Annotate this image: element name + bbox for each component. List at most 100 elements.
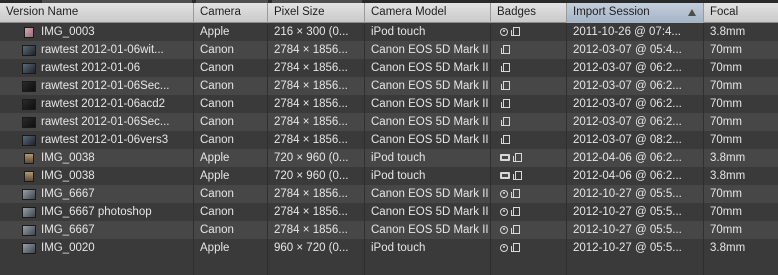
table-row[interactable]: IMG_6667 Canon 2784 × 1856... Canon EOS 5D …: [0, 185, 778, 203]
table-row[interactable]: IMG_6667 Canon 2784 × 1856... Canon EOS 5D …: [0, 221, 778, 239]
version-name-cell: IMG_6667: [0, 221, 194, 239]
column-header-label: Import Session: [573, 6, 650, 18]
focal-cell: 70mm: [710, 62, 742, 74]
import-session-cell: 2012-03-07 @ 06:2...: [567, 77, 704, 95]
thumbnail-icon: [22, 206, 36, 218]
thumbnail-icon: [22, 62, 36, 74]
version-name-cell: IMG_0038: [0, 149, 194, 167]
thumbnail-icon: [22, 80, 36, 92]
badges-cell: [491, 149, 567, 167]
adjusted-icon: [500, 225, 508, 234]
camera-cell: Apple: [194, 167, 268, 185]
table-row[interactable]: rawtest 2012-01-06wit... Canon 2784 × 1856…: [0, 41, 778, 59]
column-header-camera[interactable]: Camera: [194, 3, 268, 23]
table-row[interactable]: rawtest 2012-01-06Sec... Canon 2784 × 1856…: [0, 113, 778, 131]
stack-icon: [501, 99, 510, 109]
pixel-size-cell: 2784 × 1856...: [268, 77, 365, 95]
badges-cell: [491, 221, 567, 239]
badges-cell: [491, 77, 567, 95]
adjusted-icon: [500, 189, 508, 198]
camera-model-cell: iPod touch: [365, 239, 491, 257]
version-name-cell: IMG_0003: [0, 23, 194, 41]
thumbnail-icon: [22, 224, 36, 236]
adjusted-icon: [500, 27, 508, 36]
column-header-focal[interactable]: Focal: [704, 3, 778, 23]
column-header-badges[interactable]: Badges: [491, 3, 567, 23]
table-row[interactable]: IMG_6667 photoshop Canon 2784 × 1856... Can…: [0, 203, 778, 221]
version-name: IMG_0020: [41, 242, 95, 254]
table-row[interactable]: IMG_0003 Apple 216 × 300 (0... iPod touch 20…: [0, 23, 778, 41]
focal-cell: 70mm: [710, 44, 742, 56]
camera-cell: Apple: [194, 239, 268, 257]
camera-cell: Canon: [194, 113, 268, 131]
table-row[interactable]: rawtest 2012-01-06acd2 Canon 2784 × 1856..…: [0, 95, 778, 113]
version-name-cell: IMG_6667 photoshop: [0, 203, 194, 221]
pixel-size-cell: 720 × 960 (0...: [268, 149, 365, 167]
focal-cell: 70mm: [710, 206, 742, 218]
pixel-size-cell: 2784 × 1856...: [268, 221, 365, 239]
camera-cell: Apple: [194, 23, 268, 41]
camera-cell: Canon: [194, 203, 268, 221]
version-name: rawtest 2012-01-06Sec...: [41, 116, 170, 128]
camera-model-cell: Canon EOS 5D Mark II: [365, 113, 491, 131]
table-row[interactable]: IMG_0038 Apple 720 × 960 (0... iPod touch 20…: [0, 149, 778, 167]
camera-cell: Canon: [194, 185, 268, 203]
stack-icon: [501, 81, 510, 91]
column-header-import-session[interactable]: Import Session: [567, 3, 704, 23]
column-header-label: Camera: [200, 6, 241, 18]
thumbnail-icon: [24, 170, 34, 182]
column-header-version-name[interactable]: Version Name: [0, 3, 194, 23]
version-name-cell: rawtest 2012-01-06vers3: [0, 131, 194, 149]
import-session-cell: 2012-10-27 @ 05:5...: [567, 185, 704, 203]
import-session-cell: 2012-03-07 @ 06:2...: [567, 95, 704, 113]
camera-cell: Canon: [194, 221, 268, 239]
camera-cell: Canon: [194, 131, 268, 149]
version-name: rawtest 2012-01-06wit...: [41, 44, 164, 56]
movie-icon: [500, 154, 510, 162]
focal-cell: 70mm: [710, 188, 742, 200]
column-header-pixel-size[interactable]: Pixel Size: [268, 3, 365, 23]
badges-cell: [491, 239, 567, 257]
version-name: rawtest 2012-01-06: [41, 62, 141, 74]
version-name-cell: rawtest 2012-01-06wit...: [0, 41, 194, 59]
focal-cell: 70mm: [710, 134, 742, 146]
column-header-label: Pixel Size: [274, 6, 325, 18]
camera-model-cell: Canon EOS 5D Mark II: [365, 59, 491, 77]
pixel-size-cell: 2784 × 1856...: [268, 203, 365, 221]
camera-model-cell: Canon EOS 5D Mark II: [365, 95, 491, 113]
table-row[interactable]: IMG_0020 Apple 960 × 720 (0... iPod touch 20…: [0, 239, 778, 257]
stack-icon: [511, 243, 520, 253]
version-name: rawtest 2012-01-06Sec...: [41, 80, 170, 92]
focal-cell: 3.8mm: [710, 170, 746, 182]
column-header-row: Version Name Camera Pixel Size Camera Mo…: [0, 3, 778, 23]
camera-cell: Canon: [194, 41, 268, 59]
column-header-label: Focal: [710, 6, 739, 18]
thumbnail-icon: [22, 188, 36, 200]
version-name-cell: IMG_6667: [0, 185, 194, 203]
focal-cell: 3.8mm: [710, 26, 746, 38]
stack-icon: [511, 207, 520, 217]
stack-icon: [513, 171, 522, 181]
table-row[interactable]: IMG_0038 Apple 720 × 960 (0... iPod touch 20…: [0, 167, 778, 185]
import-session-cell: 2012-10-27 @ 05:5...: [567, 221, 704, 239]
thumbnail-icon: [24, 152, 34, 164]
camera-model-cell: iPod touch: [365, 149, 491, 167]
version-name: IMG_6667 photoshop: [41, 206, 152, 218]
camera-model-cell: Canon EOS 5D Mark II: [365, 221, 491, 239]
table-row[interactable]: rawtest 2012-01-06vers3 Canon 2784 × 1856.…: [0, 131, 778, 149]
version-name-cell: rawtest 2012-01-06acd2: [0, 95, 194, 113]
column-header-camera-model[interactable]: Camera Model: [365, 3, 491, 23]
thumbnail-icon: [22, 116, 36, 128]
version-name-cell: IMG_0020: [0, 239, 194, 257]
import-session-cell: 2012-10-27 @ 05:5...: [567, 203, 704, 221]
empty-row-area: [0, 257, 778, 275]
table-row[interactable]: rawtest 2012-01-06Sec... Canon 2784 × 1856…: [0, 77, 778, 95]
import-session-cell: 2012-03-07 @ 06:2...: [567, 113, 704, 131]
version-name: IMG_6667: [41, 188, 95, 200]
badges-cell: [491, 59, 567, 77]
sort-ascending-icon: [688, 9, 696, 16]
thumbnail-icon: [22, 242, 36, 254]
table-row[interactable]: rawtest 2012-01-06 Canon 2784 × 1856... Can…: [0, 59, 778, 77]
pixel-size-cell: 2784 × 1856...: [268, 113, 365, 131]
focal-cell: 70mm: [710, 224, 742, 236]
